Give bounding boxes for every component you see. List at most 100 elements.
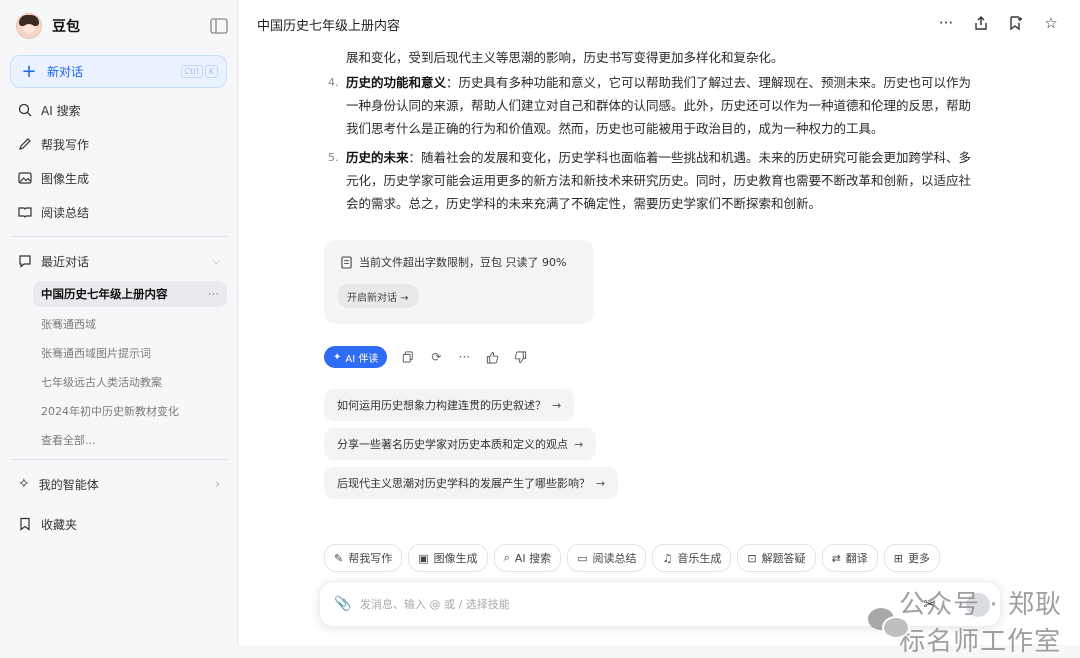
message-input-placeholder: 发消息、输入 @ 或 / 选择技能 xyxy=(360,598,510,611)
sidebar-item-label: 帮我写作 xyxy=(41,137,90,152)
recent-chats-title: 最近对话 xyxy=(41,254,90,269)
suggestion-chip[interactable]: 后现代主义思潮对历史学科的发展产生了哪些影响？ → xyxy=(324,467,619,499)
suggestion-chip[interactable]: 分享一些著名历史学家对历史本质和定义的观点 → xyxy=(324,428,597,460)
favorites-item[interactable]: 收藏夹 xyxy=(18,514,77,534)
tool-label: 音乐生成 xyxy=(677,552,722,565)
arrow-right-icon: → xyxy=(596,476,606,490)
search-spark-icon: ⌕ xyxy=(503,551,510,564)
list-item-title: 历史的功能和意义 xyxy=(346,75,447,90)
my-agents-label: 我的智能体 xyxy=(38,477,99,492)
pen-icon xyxy=(19,138,31,150)
ai-read-button[interactable]: ✦ AI 伴读 xyxy=(324,346,388,368)
list-number: 4. xyxy=(328,76,339,89)
translate-icon: ⇄ xyxy=(831,551,841,565)
divider xyxy=(10,459,228,460)
thumbs-up-icon[interactable] xyxy=(485,350,499,364)
limit-notice: 当前文件超出字数限制，豆包 只读了 90% 开启新对话 → xyxy=(324,240,594,324)
list-item-body: ：随着社会的发展和变化，历史学科也面临着一些挑战和机遇。未来的历史研究可能会更加… xyxy=(346,150,972,211)
more-icon[interactable]: ··· xyxy=(457,350,471,364)
ai-read-label: AI 伴读 xyxy=(345,353,379,365)
tool-writing[interactable]: ✎ 帮我写作 xyxy=(324,544,403,572)
sparkle-icon: ✧ xyxy=(18,476,30,492)
main-panel: 中国历史七年级上册内容 ··· ☆ 展和变化，受到后现代主义等思潮的影响，历史书… xyxy=(239,0,1080,657)
question-icon: ⊡ xyxy=(747,551,757,565)
tool-reading[interactable]: ▭ 阅读总结 xyxy=(567,544,647,572)
new-chat-button[interactable]: + 新对话 Ctrl K xyxy=(10,55,227,88)
image-icon xyxy=(18,172,32,184)
share-icon[interactable] xyxy=(972,14,990,32)
list-item: 4. 历史的功能和意义：历史具有多种功能和意义，它可以帮助我们了解过去、理解现在… xyxy=(328,71,978,140)
tool-label: 图像生成 xyxy=(433,552,478,565)
star-icon[interactable]: ☆ xyxy=(1042,14,1060,32)
image-icon: ▣ xyxy=(418,551,429,565)
avatar[interactable] xyxy=(16,13,42,39)
shortcut-key: Ctrl xyxy=(180,65,203,78)
notice-text: 当前文件超出字数限制，豆包 只读了 90% xyxy=(359,256,567,269)
tool-translate[interactable]: ⇄ 翻译 xyxy=(821,544,878,572)
start-new-chat-button[interactable]: 开启新对话 → xyxy=(337,284,419,308)
sidebar-item-label: 阅读总结 xyxy=(41,205,90,220)
suggestion-text: 后现代主义思潮对历史学科的发展产生了哪些影响？ xyxy=(337,477,590,490)
shortcut-hint: Ctrl K xyxy=(180,65,218,78)
list-item-title: 历史的未来 xyxy=(346,150,409,165)
message-actions: ✦ AI 伴读 ⟳ ··· xyxy=(324,345,527,369)
more-icon[interactable]: ··· xyxy=(937,14,955,32)
sidebar-item-ai-search[interactable]: AI 搜索 xyxy=(18,100,81,120)
suggestion-chip[interactable]: 如何运用历史想象力构建连贯的历史叙述？ → xyxy=(324,389,575,421)
tool-label: 更多 xyxy=(908,552,930,565)
sidebar-item-image[interactable]: 图像生成 xyxy=(18,168,89,188)
message-content: 展和变化，受到后现代主义等思潮的影响，历史书写变得更加多样化和复杂化。 4. 历… xyxy=(328,46,978,215)
suggestion-text: 如何运用历史想象力构建连贯的历史叙述？ xyxy=(337,399,546,412)
recent-chats-header[interactable]: 最近对话 ⌵ xyxy=(18,251,220,271)
tool-ai-search[interactable]: ⌕ AI 搜索 xyxy=(493,544,562,572)
shortcut-key: K xyxy=(204,65,218,78)
plus-icon: + xyxy=(21,60,37,82)
bookmark-icon xyxy=(20,517,30,531)
music-icon: ♫ xyxy=(662,551,673,565)
tool-label: 解题答疑 xyxy=(761,552,806,565)
book-icon xyxy=(18,207,32,218)
grid-icon: ⊞ xyxy=(893,551,903,565)
thumbs-down-icon[interactable] xyxy=(513,350,527,364)
favorites-label: 收藏夹 xyxy=(41,517,78,532)
conversation-title: 中国历史七年级上册内容 xyxy=(257,19,401,34)
top-actions: ··· ☆ xyxy=(937,14,1060,32)
bookmark-add-icon[interactable] xyxy=(1007,14,1025,32)
regenerate-icon[interactable]: ⟳ xyxy=(429,350,443,364)
recent-chat-item[interactable]: 2024年初中历史新教材变化 xyxy=(41,403,179,419)
divider xyxy=(10,236,228,237)
new-chat-label: 新对话 xyxy=(47,65,84,79)
chat-bubble-icon xyxy=(19,255,31,268)
copy-icon[interactable] xyxy=(401,350,415,364)
chevron-right-icon: › xyxy=(215,477,220,491)
recent-chat-item[interactable]: 张骞通西域图片提示词 xyxy=(41,345,151,361)
sidebar-item-label: AI 搜索 xyxy=(41,103,81,118)
sidebar-toggle-icon[interactable] xyxy=(210,18,228,34)
my-agents-item[interactable]: ✧ 我的智能体 › xyxy=(18,474,220,494)
arrow-right-icon: → xyxy=(552,398,562,412)
suggestion-text: 分享一些著名历史学家对历史本质和定义的观点 xyxy=(337,438,568,451)
notice-row: 当前文件超出字数限制，豆包 只读了 90% xyxy=(341,254,566,270)
sidebar-item-writing[interactable]: 帮我写作 xyxy=(18,134,89,154)
tool-image[interactable]: ▣ 图像生成 xyxy=(408,544,488,572)
list-number: 5. xyxy=(328,151,339,164)
sidebar: 豆包 + 新对话 Ctrl K AI 搜索 帮我写作 图像生成 阅读总结 最近对… xyxy=(0,0,238,645)
more-options-icon[interactable]: ··· xyxy=(208,287,219,301)
recent-chat-item[interactable]: 张骞通西域 xyxy=(41,316,96,332)
paragraph: 展和变化，受到后现代主义等思潮的影响，历史书写变得更加多样化和复杂化。 xyxy=(346,50,784,65)
book-icon: ▭ xyxy=(577,551,588,565)
view-all-link[interactable]: 查看全部... xyxy=(41,432,96,448)
skill-toolbar: ✎ 帮我写作 ▣ 图像生成 ⌕ AI 搜索 ▭ 阅读总结 ♫ 音乐生成 ⊡ 解题答疑 ⇄ 翻译… xyxy=(324,544,940,574)
chevron-down-icon[interactable]: ⌵ xyxy=(212,256,220,267)
arrow-right-icon: → xyxy=(574,437,584,451)
recent-chat-active[interactable]: 中国历史七年级上册内容 ··· xyxy=(33,281,227,307)
sidebar-item-label: 图像生成 xyxy=(41,171,90,186)
tool-music[interactable]: ♫ 音乐生成 xyxy=(652,544,732,572)
recent-chat-item[interactable]: 七年级远古人类活动教案 xyxy=(41,374,162,390)
sidebar-item-reading[interactable]: 阅读总结 xyxy=(18,202,89,222)
tool-label: 帮我写作 xyxy=(348,552,393,565)
attach-icon[interactable]: 📎 xyxy=(334,596,351,612)
brand-name: 豆包 xyxy=(52,19,80,35)
tool-more[interactable]: ⊞ 更多 xyxy=(883,544,940,572)
tool-question[interactable]: ⊡ 解题答疑 xyxy=(737,544,816,572)
